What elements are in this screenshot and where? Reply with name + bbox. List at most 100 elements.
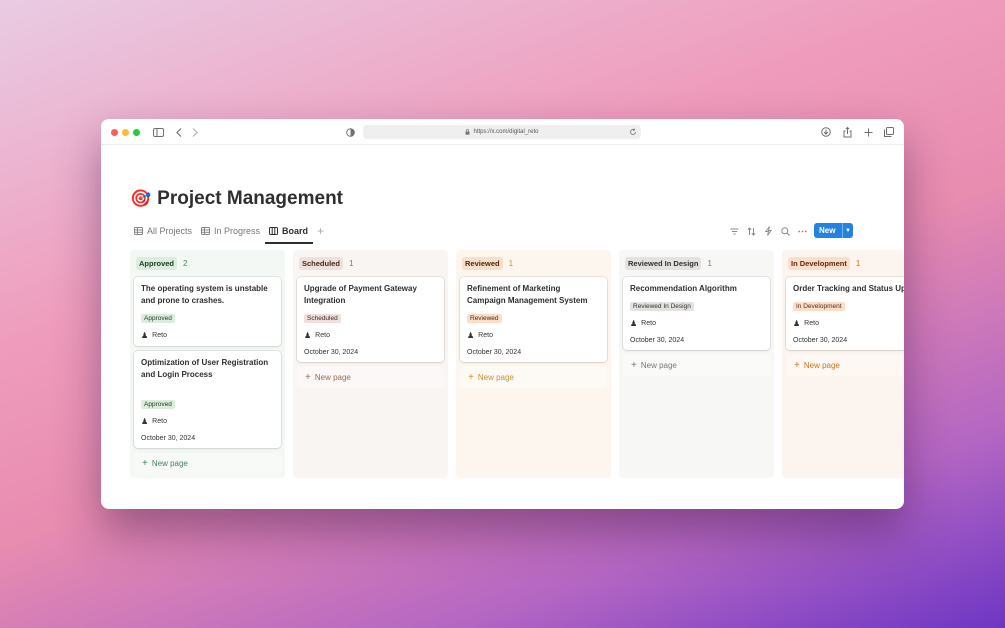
sort-icon[interactable] [746,223,757,239]
column-count: 2 [183,258,188,268]
board-card[interactable]: Upgrade of Payment Gateway Integration Sc… [297,277,444,362]
board-card[interactable]: Optimization of User Registration and Lo… [134,351,281,448]
chevron-down-icon[interactable]: ▼ [842,223,853,238]
board-column-reviewed: Reviewed 1 Refinement of Marketing Campaig… [456,250,611,478]
assignee-name: Reto [641,320,656,327]
new-page-label: New page [314,373,351,382]
board-card[interactable]: Recommendation Algorithm Reviewed In Desi… [623,277,770,350]
column-status-label: Reviewed [462,256,503,270]
assignee: ♟ Reto [141,417,274,426]
new-page-label: New page [640,361,677,370]
download-icon[interactable] [818,124,834,140]
new-page-button[interactable]: + New page [786,355,904,376]
add-view-icon[interactable]: + [317,224,324,238]
new-page-button[interactable]: + New page [460,367,607,388]
close-window-button[interactable] [111,129,118,136]
card-date: October 30, 2024 [141,435,196,442]
tab-overview-icon[interactable] [881,124,897,140]
reload-icon[interactable] [629,128,637,136]
plus-icon: + [468,372,474,383]
column-status-label: Approved [136,256,178,270]
plus-icon: + [631,360,637,371]
card-title: Refinement of Marketing Campaign Managem… [467,284,588,305]
tab-all-projects[interactable]: All Projects [134,223,192,239]
new-page-button[interactable]: + New page [297,367,444,388]
column-header[interactable]: Reviewed 1 [462,256,605,270]
new-tab-icon[interactable] [860,124,876,140]
column-header[interactable]: Reviewed In Design 1 [625,256,768,270]
card-title: Upgrade of Payment Gateway Integration [304,284,417,305]
new-page-label: New page [477,373,514,382]
card-title: The operating system is unstable and pro… [141,284,268,305]
card-title: Optimization of User Registration and Lo… [141,358,269,379]
assignee: ♟ Reto [467,331,600,340]
minimize-window-button[interactable] [122,129,129,136]
card-date: October 30, 2024 [793,337,848,344]
board-icon [269,227,279,235]
board-card[interactable]: Refinement of Marketing Campaign Managem… [460,277,607,362]
tab-in-progress[interactable]: In Progress [201,223,260,239]
assignee-name: Reto [804,320,819,327]
tab-label: In Progress [214,226,261,236]
assignee-name: Reto [152,332,167,339]
automation-icon[interactable] [763,223,774,239]
status-badge: Approved [141,314,175,323]
view-toolbar [729,223,808,239]
new-page-label: New page [803,361,840,370]
filter-icon[interactable] [729,223,740,239]
browser-toolbar: https://x.com/digital_reto [101,119,904,145]
status-badge: Scheduled [304,314,341,323]
column-header[interactable]: Approved 2 [136,256,279,270]
new-page-button[interactable]: + New page [623,355,770,376]
search-icon[interactable] [780,223,791,239]
tab-label: Board [282,226,309,236]
board-column-reviewed-in-design: Reviewed In Design 1 Recommendation Algori… [619,250,774,478]
privacy-report-icon[interactable] [342,124,358,140]
browser-window: https://x.com/digital_reto 🎯 Project Man… [101,119,904,509]
page-emoji-icon[interactable]: 🎯 [130,189,151,209]
address-bar[interactable]: https://x.com/digital_reto [363,125,641,139]
status-badge: In Development [793,302,845,311]
new-button[interactable]: New ▼ [814,223,853,238]
new-page-label: New page [151,459,188,468]
more-options-icon[interactable] [797,223,808,239]
new-button-label: New [819,226,836,235]
assignee: ♟ Reto [141,331,274,340]
column-header[interactable]: Scheduled 1 [299,256,442,270]
back-icon[interactable] [171,124,187,140]
plus-icon: + [794,360,800,371]
column-count: 1 [348,258,354,268]
assignee-name: Reto [152,418,167,425]
plus-icon: + [142,458,148,469]
person-avatar-icon: ♟ [630,319,638,328]
lock-icon [465,129,470,135]
board-card[interactable]: Order Tracking and Status Update In Devel… [786,277,904,350]
share-icon[interactable] [839,124,855,140]
view-tabs: All Projects In Progress Board + [134,223,324,244]
board-card[interactable]: The operating system is unstable and pro… [134,277,281,346]
person-avatar-icon: ♟ [141,417,149,426]
tab-board[interactable]: Board [265,223,314,244]
page-header: 🎯 Project Management [130,188,343,210]
assignee-name: Reto [315,332,330,339]
assignee: ♟ Reto [630,319,763,328]
new-page-button[interactable]: + New page [134,453,281,474]
card-title: Recommendation Algorithm [630,284,737,293]
table-icon [134,227,143,235]
assignee-name: Reto [478,332,493,339]
zoom-window-button[interactable] [133,129,140,136]
forward-icon[interactable] [187,124,203,140]
tab-label: All Projects [147,226,193,236]
person-avatar-icon: ♟ [793,319,801,328]
card-date: October 30, 2024 [630,337,685,344]
board-column-in-development: In Development 1 Order Tracking and Status… [782,250,904,478]
page-title[interactable]: Project Management [157,188,343,210]
column-header[interactable]: In Development 1 [788,256,904,270]
column-count: 1 [855,258,861,268]
column-count: 1 [707,258,712,268]
column-status-label: Scheduled [299,256,343,270]
sidebar-toggle-icon[interactable] [150,124,166,140]
column-status-label: Reviewed In Design [625,256,702,270]
column-count: 1 [508,258,514,268]
status-badge: Approved [141,400,175,409]
